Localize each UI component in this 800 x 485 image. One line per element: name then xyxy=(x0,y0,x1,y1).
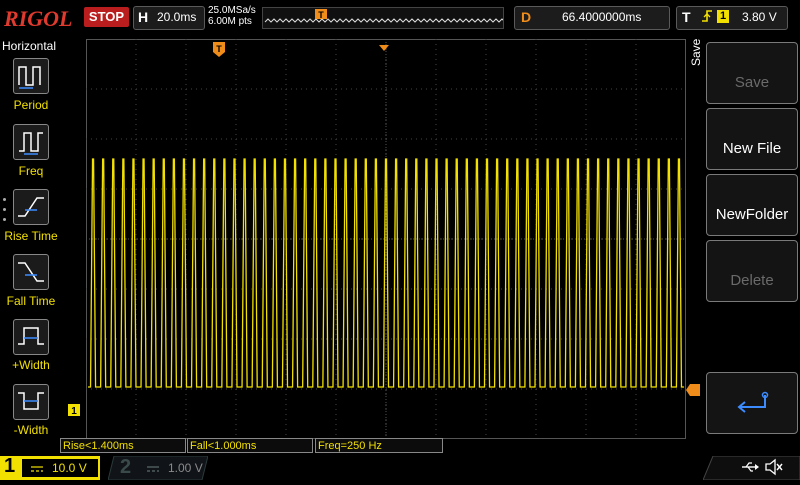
measurement-rise[interactable]: Rise<1.400ms xyxy=(60,438,186,453)
dc-coupling-icon xyxy=(30,462,44,480)
ch1-scale: 10.0 V xyxy=(52,461,87,475)
timebase-value: 20.0ms xyxy=(157,10,197,24)
trigger-label: T xyxy=(682,9,691,25)
delete-button-label: Delete xyxy=(730,272,774,289)
freq-icon[interactable] xyxy=(13,124,49,160)
measurement-fall[interactable]: Fall<1.000ms xyxy=(187,438,313,453)
rise-time-icon[interactable] xyxy=(13,189,49,225)
menu-fall-time-label: Fall Time xyxy=(6,294,56,308)
sample-rate: 25.0MSa/s xyxy=(208,5,256,16)
memory-depth: 6.00M pts xyxy=(208,16,252,27)
menu-neg-width-label: -Width xyxy=(13,423,49,437)
sound-muted-icon[interactable] xyxy=(764,458,784,481)
trigger-source-badge: 1 xyxy=(717,10,729,23)
ch1-ground-marker-label: 1 xyxy=(71,406,77,416)
ch2-coupling-icon xyxy=(146,462,160,480)
center-marker xyxy=(379,39,389,57)
ch1-ground-marker[interactable]: 1 xyxy=(68,403,82,421)
memory-overview-waveform: T xyxy=(264,9,506,23)
fall-time-icon[interactable] xyxy=(13,254,49,290)
new-file-button[interactable] xyxy=(706,108,798,170)
new-folder-button-label: NewFolder xyxy=(715,206,789,223)
save-button[interactable] xyxy=(706,42,798,104)
menu-pos-width-label: +Width xyxy=(12,358,50,372)
trigger-position-marker-label: T xyxy=(216,44,222,54)
delete-button[interactable] xyxy=(706,240,798,302)
ch2-scale: 1.00 V xyxy=(168,461,203,475)
period-icon[interactable] xyxy=(13,58,49,94)
memory-trigger-marker-label: T xyxy=(318,10,324,20)
memory-overview: T xyxy=(262,7,506,29)
trigger-level-marker[interactable] xyxy=(686,383,700,401)
return-button[interactable] xyxy=(706,372,798,434)
brand-logo: RIGOL xyxy=(4,6,73,31)
save-button-label: Save xyxy=(734,74,770,91)
delay-label: D xyxy=(521,9,532,25)
trigger-level: 3.80 V xyxy=(742,10,777,24)
pos-width-icon[interactable] xyxy=(13,319,49,355)
menu-freq-label: Freq xyxy=(18,164,44,178)
menu-rise-time-label: Rise Time xyxy=(4,229,58,243)
waveform-display[interactable] xyxy=(86,39,686,439)
new-file-button-label: New File xyxy=(722,140,782,157)
ch1-number: 1 xyxy=(4,455,16,477)
measurement-freq[interactable]: Freq=250 Hz xyxy=(315,438,443,453)
menu-period-label: Period xyxy=(13,98,49,112)
left-menu-title: Horizontal xyxy=(2,39,57,53)
delay-value: 66.4000000ms xyxy=(562,10,642,24)
return-arrow-icon xyxy=(737,391,769,413)
right-menu-title: Save xyxy=(689,38,703,66)
neg-width-icon[interactable] xyxy=(13,384,49,420)
run-stop-button[interactable]: STOP xyxy=(84,7,129,27)
new-folder-button[interactable] xyxy=(706,174,798,236)
menu-page-dots xyxy=(3,198,7,228)
usb-icon xyxy=(740,459,760,478)
timebase-label: H xyxy=(138,9,149,25)
trigger-position-marker[interactable]: T xyxy=(213,42,225,63)
graticule xyxy=(86,39,686,439)
ch2-number: 2 xyxy=(120,456,132,478)
rising-edge-icon xyxy=(700,8,714,27)
